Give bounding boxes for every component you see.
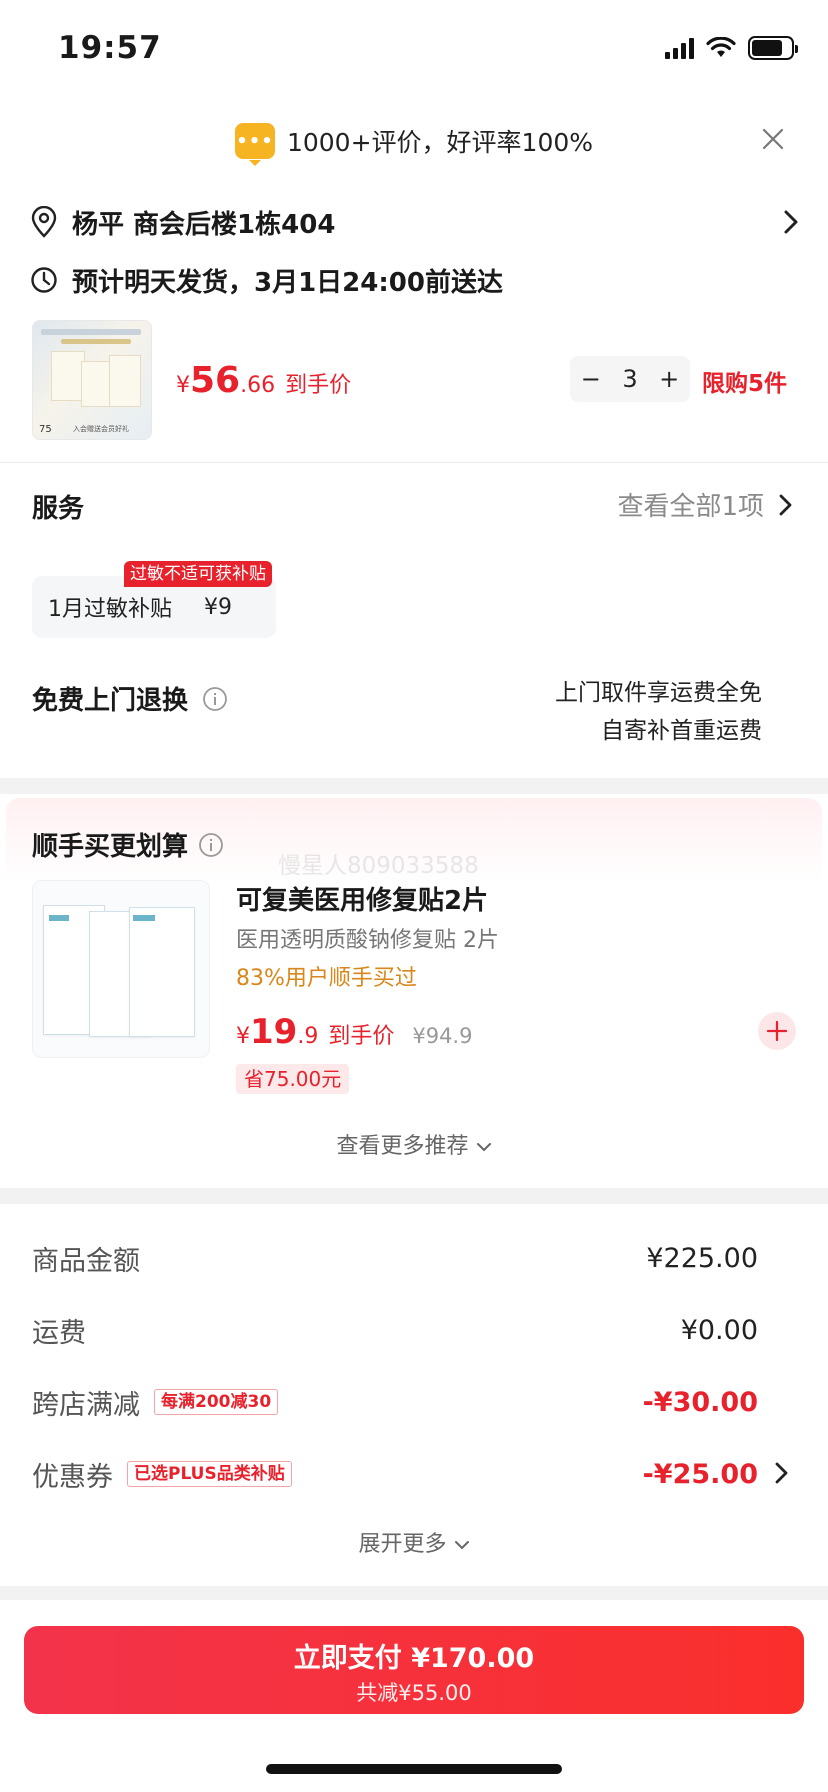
- price-tag: 到手价: [285, 373, 352, 398]
- battery-icon: [748, 36, 798, 60]
- plus-icon: [766, 1020, 788, 1042]
- wifi-icon: [706, 37, 736, 57]
- cross-store-label: 跨店满减: [32, 1389, 140, 1421]
- goods-amount-value: ¥225.00: [646, 1242, 758, 1274]
- shipping-row: 运费 ¥0.00: [32, 1310, 758, 1350]
- delivery-row: 预计明天发货，3月1日24:00前送达: [30, 262, 503, 298]
- info-icon[interactable]: [202, 686, 228, 712]
- coupon-label: 优惠券: [32, 1461, 113, 1493]
- purchase-limit: 限购5件: [702, 371, 788, 397]
- view-more-label: 查看更多推荐: [336, 1134, 469, 1159]
- product-image-label: 75: [39, 424, 52, 435]
- free-return-description: 上门取件享运费全免 自寄补首重运费: [555, 674, 762, 750]
- pay-now-label: 立即支付 ¥170.00: [293, 1643, 535, 1674]
- subsidy-label: 1月过敏补贴: [48, 597, 172, 622]
- close-icon[interactable]: [758, 124, 788, 154]
- info-icon[interactable]: [198, 832, 224, 858]
- addon-price-decimal: .9: [297, 1024, 319, 1049]
- home-indicator[interactable]: [266, 1764, 562, 1774]
- chevron-down-icon: [454, 1541, 469, 1550]
- delivery-estimate: 预计明天发货，3月1日24:00前送达: [72, 267, 503, 298]
- address-text: 杨平 商会后楼1栋404: [72, 209, 336, 240]
- cross-store-discount-row: 跨店满减 每满200减30 -¥30.00: [32, 1382, 758, 1422]
- product-image[interactable]: 75 入会赠送会员好礼: [32, 320, 152, 440]
- status-time: 19:57: [58, 30, 162, 66]
- addon-price-currency: ¥: [236, 1024, 250, 1049]
- expand-more-label: 展开更多: [358, 1532, 447, 1557]
- shipping-label: 运费: [32, 1317, 86, 1349]
- service-title: 服务: [32, 494, 85, 524]
- addon-product-name[interactable]: 可复美医用修复贴2片: [236, 880, 488, 917]
- add-addon-button[interactable]: [758, 1012, 796, 1050]
- expand-more[interactable]: 展开更多: [0, 1526, 828, 1558]
- watermark: 慢星人809033588: [278, 853, 479, 879]
- subsidy-badge: 过敏不适可获补贴: [124, 561, 272, 587]
- quantity-value[interactable]: 3: [622, 365, 637, 393]
- cross-store-chip: 每满200减30: [154, 1389, 279, 1415]
- review-banner[interactable]: ••• 1000+评价，好评率100%: [0, 120, 828, 166]
- addon-price-integer: 19: [250, 1012, 298, 1052]
- addon-header: 顺手买更划算: [32, 826, 224, 863]
- free-return-row[interactable]: 免费上门退换: [32, 680, 228, 717]
- product-price: ¥ 56 .66 到手价: [176, 360, 351, 401]
- coupon-chip: 已选PLUS品类补贴: [127, 1461, 292, 1487]
- increase-button[interactable]: +: [659, 365, 679, 393]
- goods-amount-row: 商品金额 ¥225.00: [32, 1238, 758, 1278]
- section-gap: [0, 1586, 828, 1600]
- addon-product-image[interactable]: [32, 880, 210, 1058]
- addon-purchase-rate: 83%用户顺手买过: [236, 966, 417, 991]
- addon-price: ¥ 19 .9 到手价 ¥94.9: [236, 1012, 472, 1052]
- cellular-signal-icon: [665, 37, 694, 59]
- addon-savings-badge: 省75.00元: [236, 1064, 350, 1094]
- shipping-value: ¥0.00: [680, 1314, 758, 1346]
- addon-price-tag: 到手价: [328, 1024, 395, 1049]
- subsidy-amount: ¥9: [204, 594, 232, 620]
- goods-amount-label: 商品金额: [32, 1245, 140, 1277]
- message-bubble-icon: •••: [234, 123, 275, 166]
- addon-original-price: ¥94.9: [412, 1024, 473, 1048]
- pay-total-discount: 共减¥55.00: [356, 1681, 472, 1705]
- decrease-button[interactable]: −: [581, 365, 601, 393]
- price-integer: 56: [190, 360, 241, 401]
- addon-title: 顺手买更划算: [32, 832, 189, 862]
- divider: [0, 462, 828, 463]
- return-desc-line1: 上门取件享运费全免: [555, 680, 762, 706]
- cross-store-value: -¥30.00: [642, 1386, 758, 1418]
- coupon-value: -¥25.00: [642, 1458, 758, 1490]
- product-image-caption: 入会赠送会员好礼: [73, 425, 129, 433]
- section-gap: [0, 778, 828, 794]
- addon-product-desc: 医用透明质酸钠修复贴 2片: [236, 928, 499, 953]
- location-pin-icon: [31, 206, 57, 238]
- address-row[interactable]: 杨平 商会后楼1栋404: [30, 202, 800, 242]
- pay-now-button[interactable]: 立即支付 ¥170.00 共减¥55.00: [24, 1626, 804, 1714]
- section-gap: [0, 1188, 828, 1204]
- price-currency: ¥: [176, 373, 190, 398]
- view-more-recommendations[interactable]: 查看更多推荐: [0, 1128, 828, 1160]
- review-summary: 1000+评价，好评率100%: [286, 128, 594, 157]
- clock-icon: [31, 267, 57, 293]
- view-all-services[interactable]: 查看全部1项: [617, 486, 794, 523]
- view-all-label: 查看全部1项: [617, 492, 764, 522]
- chevron-right-icon: [784, 210, 798, 234]
- chevron-right-icon[interactable]: [774, 1460, 790, 1486]
- price-decimal: .66: [240, 373, 276, 398]
- free-return-title: 免费上门退换: [32, 686, 189, 716]
- return-desc-line2: 自寄补首重运费: [601, 718, 762, 744]
- quantity-stepper: − 3 +: [570, 356, 690, 402]
- chevron-right-icon: [779, 494, 792, 515]
- status-icons: [665, 36, 798, 60]
- chevron-down-icon: [476, 1143, 491, 1152]
- coupon-row[interactable]: 优惠券 已选PLUS品类补贴 -¥25.00: [32, 1454, 758, 1494]
